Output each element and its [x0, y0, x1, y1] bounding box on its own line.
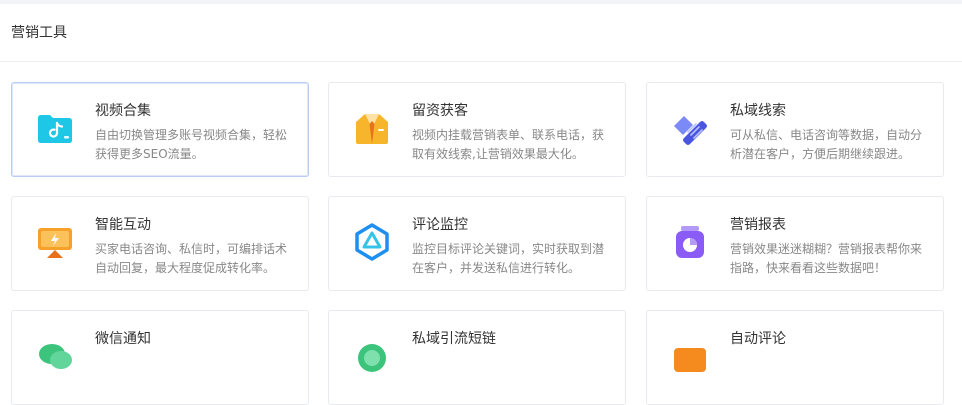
tool-card-comment-monitor[interactable]: 评论监控 监控目标评论关键词，实时获取到潜在客户，并发送私信进行转化。 — [328, 196, 626, 291]
tool-card-marketing-report[interactable]: 营销报表 营销效果迷迷糊糊？营销报表帮你来指路，快来看看这些数据吧！ — [646, 196, 944, 291]
link-icon — [358, 344, 386, 372]
tool-grid: 视频合集 自由切换管理多账号视频合集，轻松获得更多SEO流量。 留资获客 视频内… — [11, 82, 962, 405]
tool-description: 监控目标评论关键词，实时获取到潜在客户，并发送私信进行转化。 — [412, 242, 605, 275]
video-folder-icon — [38, 115, 72, 143]
tool-title: 评论监控 — [412, 217, 468, 233]
tool-description: 视频内挂载营销表单、联系电话，获取有效线索,让营销效果最大化。 — [412, 128, 605, 161]
tool-title: 智能互动 — [95, 217, 151, 233]
section-title: 营销工具 — [11, 25, 67, 41]
tool-title: 私域引流短链 — [412, 331, 496, 347]
tool-card-private-shortlink[interactable]: 私域引流短链 — [328, 310, 626, 405]
wechat-icon — [39, 344, 72, 369]
tool-card-auto-comment[interactable]: 自动评论 — [646, 310, 944, 405]
divider — [0, 61, 962, 62]
tool-title: 营销报表 — [730, 217, 786, 233]
tool-title: 留资获客 — [412, 103, 468, 119]
tool-title: 视频合集 — [95, 103, 151, 119]
tool-description: 可从私信、电话咨询等数据，自动分析潜在客户，方便后期继续跟进。 — [730, 128, 923, 161]
comment-icon — [674, 348, 706, 372]
tool-card-wechat-notify[interactable]: 微信通知 — [11, 310, 309, 405]
handshake-icon — [674, 116, 707, 145]
tool-card-lead-capture[interactable]: 留资获客 视频内挂载营销表单、联系电话，获取有效线索,让营销效果最大化。 — [328, 82, 626, 177]
tool-title: 微信通知 — [95, 331, 151, 347]
tool-card-smart-interaction[interactable]: 智能互动 买家电话咨询、私信时，可编排话术自动回复，最大程度促成转化率。 — [11, 196, 309, 291]
tool-card-video-collection[interactable]: 视频合集 自由切换管理多账号视频合集，轻松获得更多SEO流量。 — [11, 82, 309, 177]
tool-title: 自动评论 — [730, 331, 786, 347]
tool-description: 营销效果迷迷糊糊？营销报表帮你来指路，快来看看这些数据吧！ — [730, 242, 923, 275]
interaction-screen-icon — [38, 228, 72, 258]
tool-card-private-leads[interactable]: 私域线索 可从私信、电话咨询等数据，自动分析潜在客户，方便后期继续跟进。 — [646, 82, 944, 177]
monitor-eye-icon — [355, 223, 389, 261]
top-bar — [0, 0, 962, 4]
tool-description: 买家电话咨询、私信时，可编排话术自动回复，最大程度促成转化率。 — [95, 242, 288, 275]
suit-icon — [356, 114, 388, 144]
tool-description: 自由切换管理多账号视频合集，轻松获得更多SEO流量。 — [95, 128, 288, 161]
tool-title: 私域线索 — [730, 103, 786, 119]
report-jar-icon — [676, 226, 704, 258]
